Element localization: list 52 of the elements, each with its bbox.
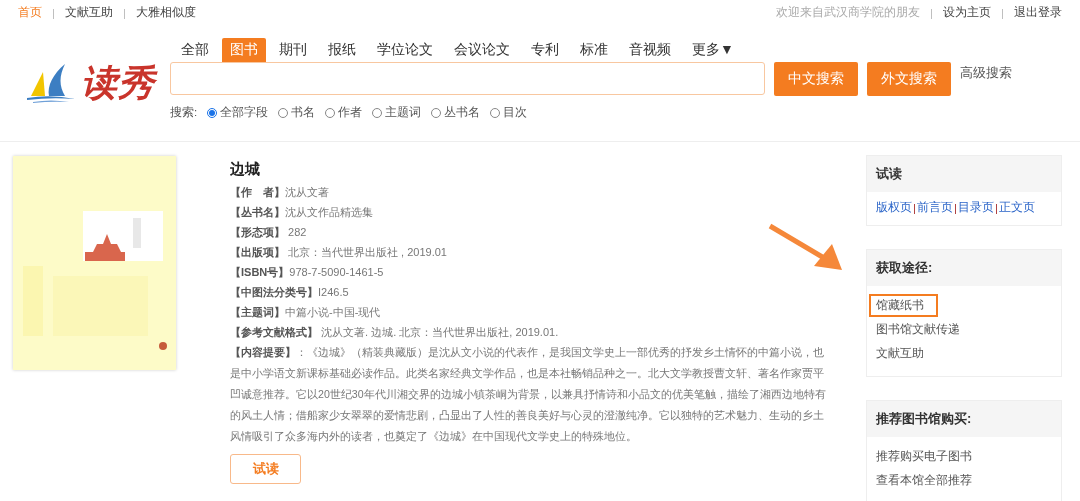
category-tab[interactable]: 期刊: [271, 38, 315, 62]
category-tab[interactable]: 学位论文: [369, 38, 441, 62]
top-nav-link[interactable]: 退出登录: [1014, 5, 1062, 20]
book-field: 【作 者】沈从文著: [230, 182, 830, 202]
radio-label[interactable]: 主题词: [385, 105, 422, 120]
preview-link[interactable]: 目录页: [958, 200, 994, 215]
radio-label[interactable]: 丛书名: [444, 105, 481, 120]
search-field[interactable]: [170, 62, 765, 95]
panel-title: 试读: [867, 156, 1061, 192]
category-tab[interactable]: 全部: [173, 38, 217, 62]
book-field: 【丛书名】沈从文作品精选集: [230, 202, 830, 222]
book-field: 【ISBN号】978-7-5090-1461-5: [230, 262, 830, 282]
access-link[interactable]: 查看本馆全部推荐: [869, 469, 986, 492]
separator: |: [1001, 6, 1004, 19]
separator: |: [123, 6, 126, 19]
category-tab[interactable]: 专利: [523, 38, 567, 62]
separator: |: [52, 6, 55, 19]
separator: |: [995, 201, 998, 214]
advanced-search-link[interactable]: 高级搜索: [960, 64, 1012, 82]
book-field: 【出版项】 北京：当代世界出版社 , 2019.01: [230, 242, 830, 262]
welcome-text: 欢迎来自武汉商学院的朋友: [776, 5, 920, 20]
top-nav-link[interactable]: 大雅相似度: [136, 5, 196, 20]
top-nav-link[interactable]: 设为主页: [943, 5, 991, 20]
book-title: 边城: [230, 160, 261, 179]
book-field: 【主题词】中篇小说-中国-现代: [230, 302, 830, 322]
preview-link[interactable]: 正文页: [999, 200, 1035, 215]
access-link[interactable]: 图书馆文献传递: [869, 318, 974, 341]
scope-label: 搜索:: [170, 105, 198, 120]
radio-label[interactable]: 目次: [503, 105, 528, 120]
category-tab[interactable]: 标准: [572, 38, 616, 62]
access-link[interactable]: 文献互助: [869, 342, 938, 365]
category-tab[interactable]: 音视频: [621, 38, 679, 62]
radio-label[interactable]: 全部字段: [220, 105, 269, 120]
category-tab[interactable]: 会议论文: [446, 38, 518, 62]
book-field: 【中图法分类号】I246.5: [230, 282, 830, 302]
access-link[interactable]: 馆藏纸书: [869, 294, 938, 317]
preview-link[interactable]: 前言页: [917, 200, 953, 215]
panel-title: 推荐图书馆购买:: [867, 401, 1061, 437]
book-summary: 【内容提要】：《边城》（精装典藏版）是沈从文小说的代表作，是我国文学史上一部优秀的抒发乡土情怀的中篇小说，也是中小学语文新课标基础必读作品。此类名家经典文学作品，也是本社畅销品种之一。北大文学教授曹文轩、著名作家贾平凹诚意推荐。它以20世纪30年代川湘交界的边城小镇茶峒为背景，以兼具抒情诗和小品文的优美笔触，描绘了湘西边地特有的风土人情；借船家少女翠翠的爱情悲剧，凸显出了人性的善良美好与心灵的澄澈纯净。它以独特的艺术魅力、生动的乡土风情吸引了众多海内外的读者，也奠定了《边城》在中国现代文学史上的特殊地位。: [230, 345, 827, 444]
panel-title: 获取途径:: [867, 250, 1061, 286]
radio-label[interactable]: 作者: [338, 105, 363, 120]
book-field: 【参考文献格式】 沈从文著. 边城. 北京：当代世界出版社, 2019.01.: [230, 322, 830, 342]
radio-label[interactable]: 书名: [291, 105, 316, 120]
category-tab[interactable]: 更多▼: [684, 38, 742, 62]
book-field: 【形态项】 282: [230, 222, 830, 242]
separator: |: [913, 201, 916, 214]
access-link[interactable]: 推荐购买电子图书: [869, 445, 986, 468]
preview-link[interactable]: 版权页: [876, 200, 912, 215]
category-tab[interactable]: 报纸: [320, 38, 364, 62]
separator: |: [954, 201, 957, 214]
separator: |: [930, 6, 933, 19]
top-nav-link[interactable]: 文献互助: [65, 5, 113, 20]
